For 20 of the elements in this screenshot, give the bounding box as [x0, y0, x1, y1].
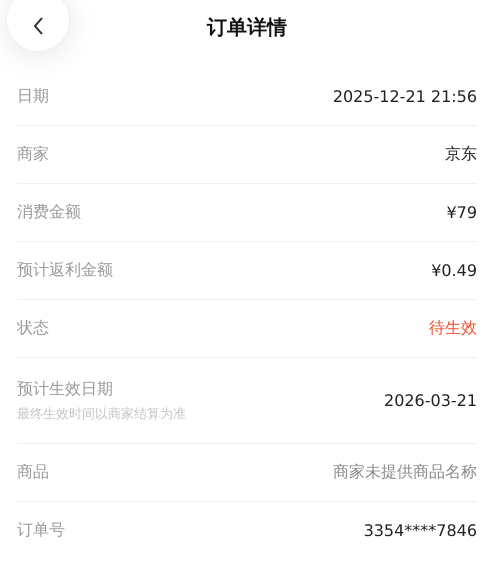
field-value: 待生效	[429, 318, 477, 339]
field-value: 京东	[445, 144, 477, 165]
field-value: 商家未提供商品名称	[333, 462, 477, 483]
field-label: 日期	[17, 86, 49, 107]
field-label: 状态	[17, 318, 49, 339]
field-label: 预计生效日期	[17, 378, 114, 400]
field-value: 2025-12-21 21:56	[332, 87, 477, 106]
field-value: 3354****7846	[364, 521, 477, 540]
field-label: 商家	[17, 144, 49, 165]
field-value: ¥79	[446, 203, 477, 222]
page-title: 订单详情	[207, 14, 287, 41]
field-value: 2026-03-21	[384, 391, 477, 410]
back-button[interactable]	[6, 0, 70, 52]
field-value: ¥0.49	[431, 261, 477, 280]
back-icon	[32, 17, 44, 35]
field-label: 预计返利金额	[17, 260, 113, 281]
field-label: 商品	[17, 462, 49, 483]
field-label: 消费金额	[17, 202, 81, 223]
field-note: 最终生效时间以商家结算为准	[17, 406, 186, 422]
field-label: 订单号	[17, 520, 65, 541]
